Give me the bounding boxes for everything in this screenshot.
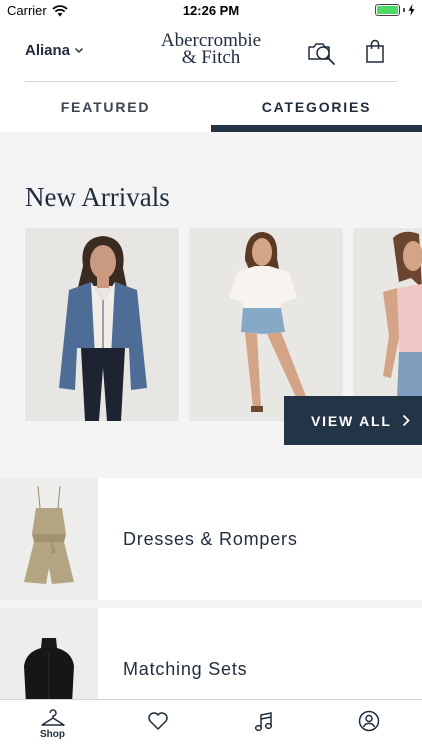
battery-fill [377, 6, 398, 14]
category-label: Matching Sets [123, 659, 248, 679]
nav-profile[interactable] [316, 700, 421, 750]
new-arrivals-carousel[interactable] [25, 228, 422, 421]
category-row-dresses-rompers[interactable]: Dresses & Rompers [0, 478, 422, 600]
chevron-down-icon [75, 48, 84, 53]
arrival-card[interactable] [25, 228, 179, 421]
product-image [189, 228, 343, 421]
product-image [25, 228, 179, 421]
active-tab-indicator [211, 125, 422, 132]
chevron-right-icon [402, 414, 410, 427]
app-header: Aliana Abercrombie & Fitch [0, 22, 422, 82]
nav-favorites[interactable] [105, 700, 210, 750]
tab-featured[interactable]: FEATURED [0, 82, 211, 132]
hanger-icon [40, 709, 65, 726]
tab-bar: FEATURED CATEGORIES [0, 82, 422, 132]
logo-line2: & Fitch [181, 47, 241, 68]
status-bar: Carrier 12:26 PM [0, 0, 422, 22]
shopping-bag-icon[interactable] [365, 39, 385, 64]
category-label: Dresses & Rompers [123, 529, 298, 549]
arrival-card[interactable] [189, 228, 343, 421]
battery-indicator [375, 4, 415, 16]
romper-image [0, 478, 98, 600]
brand-logo: Abercrombie & Fitch [150, 31, 272, 68]
bottom-tab-bar: Shop [0, 699, 422, 750]
view-all-label: VIEW ALL [311, 412, 392, 429]
category-thumbnail [0, 608, 98, 699]
category-thumbnail [0, 478, 98, 600]
account-selector[interactable]: Aliana [25, 42, 84, 59]
section-title: New Arrivals [25, 182, 170, 212]
product-image [353, 228, 422, 421]
nav-music[interactable] [211, 700, 316, 750]
nav-label: Shop [40, 729, 65, 740]
account-name: Aliana [25, 42, 71, 59]
category-row-matching-sets[interactable]: Matching Sets [0, 608, 422, 699]
nav-shop[interactable]: Shop [0, 700, 105, 750]
charging-bolt-icon [408, 4, 415, 16]
visual-search-icon[interactable] [306, 38, 338, 66]
arrival-card[interactable] [353, 228, 422, 421]
music-note-icon [254, 712, 272, 732]
knit-top-image [0, 608, 98, 699]
battery-cap [403, 8, 405, 12]
battery-icon [375, 4, 400, 16]
categories-content[interactable]: New Arrivals VIEW ALL Dresses & Rompers … [0, 132, 422, 699]
view-all-button[interactable]: VIEW ALL [284, 396, 422, 445]
heart-icon [147, 712, 168, 730]
clock: 12:26 PM [182, 3, 240, 18]
profile-icon [358, 710, 379, 732]
